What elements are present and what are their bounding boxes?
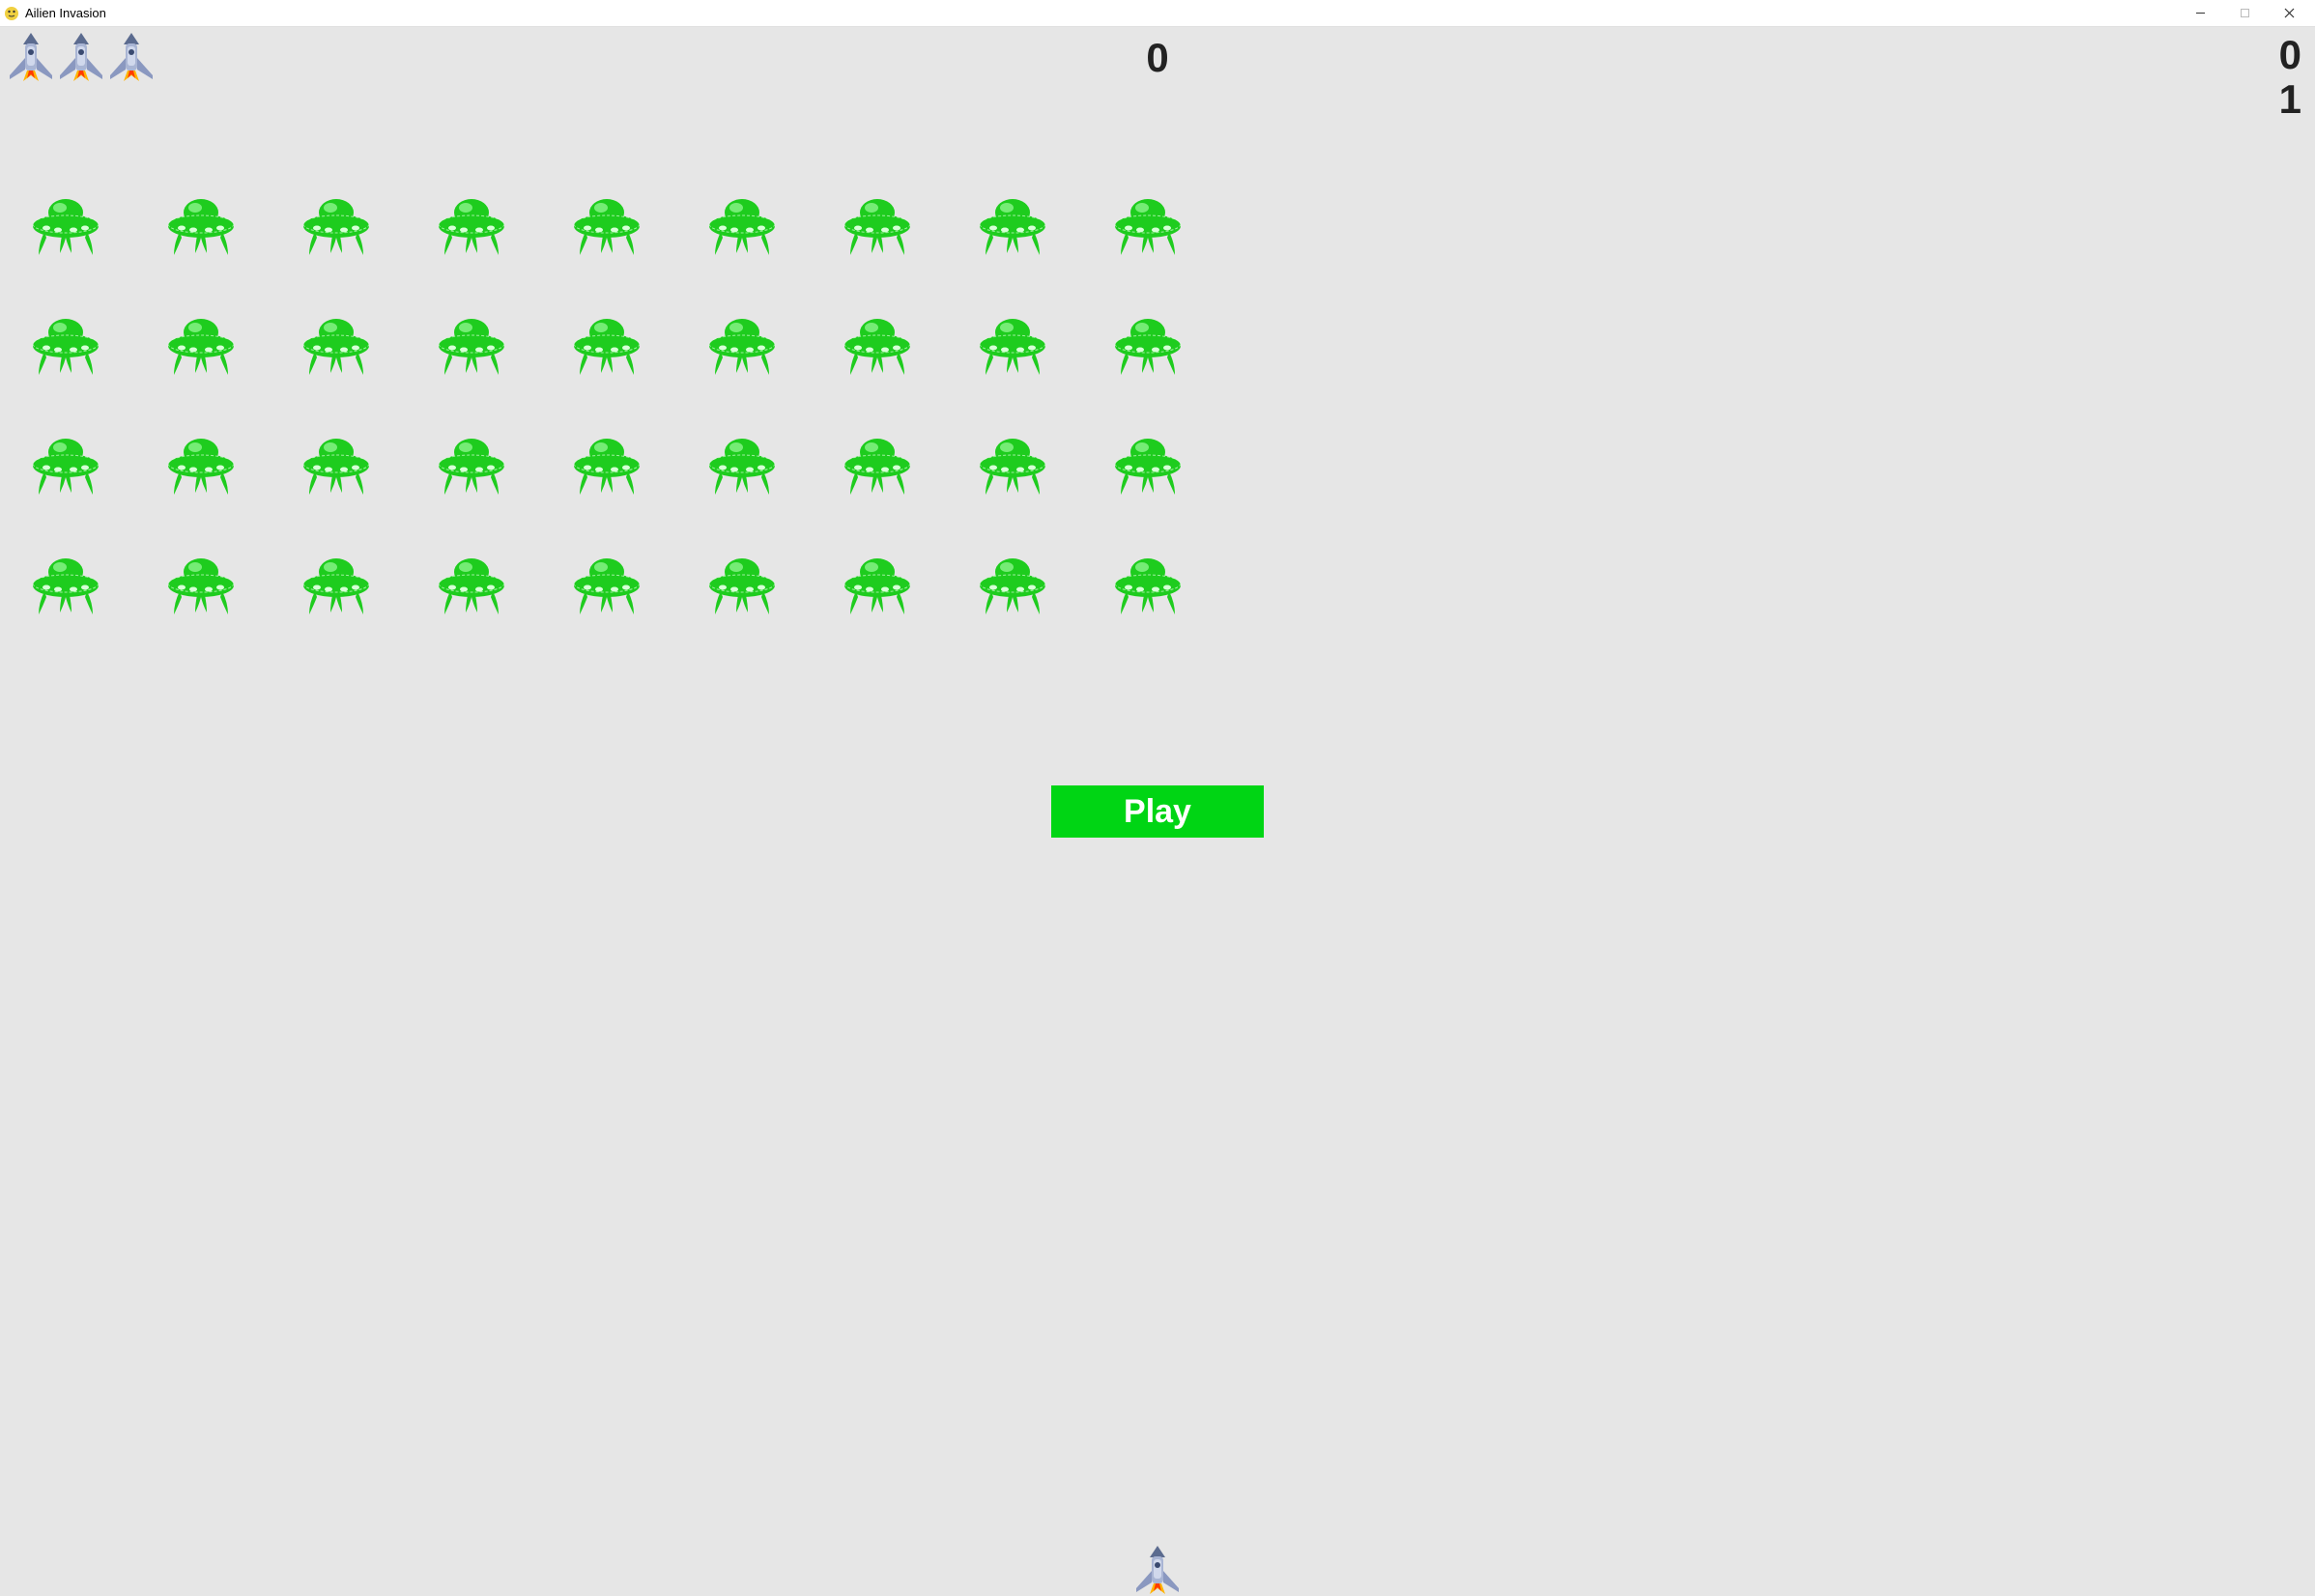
alien-icon bbox=[841, 191, 914, 259]
alien-icon bbox=[705, 551, 779, 618]
game-window: Ailien Invasion 0 0 1 P bbox=[0, 0, 2315, 1596]
score-display: 0 bbox=[1146, 35, 1168, 81]
alien-icon bbox=[1111, 431, 1185, 499]
alien-icon bbox=[976, 551, 1049, 618]
lives-display bbox=[6, 31, 157, 85]
maximize-button[interactable] bbox=[2222, 0, 2267, 27]
alien-icon bbox=[435, 191, 508, 259]
alien-icon bbox=[705, 311, 779, 379]
alien-icon bbox=[1111, 191, 1185, 259]
level-display: 1 bbox=[2279, 79, 2301, 120]
alien-row bbox=[29, 551, 2286, 618]
life-ship-icon bbox=[6, 31, 56, 85]
alien-icon bbox=[570, 311, 643, 379]
window-title: Ailien Invasion bbox=[25, 6, 106, 20]
alien-row bbox=[29, 431, 2286, 499]
alien-icon bbox=[1111, 311, 1185, 379]
alien-icon bbox=[841, 431, 914, 499]
alien-icon bbox=[570, 551, 643, 618]
alien-icon bbox=[29, 551, 102, 618]
alien-icon bbox=[300, 191, 373, 259]
alien-icon bbox=[1111, 551, 1185, 618]
alien-icon bbox=[29, 311, 102, 379]
alien-icon bbox=[29, 431, 102, 499]
alien-icon bbox=[976, 431, 1049, 499]
alien-icon bbox=[164, 191, 238, 259]
alien-icon bbox=[300, 431, 373, 499]
window-controls bbox=[2178, 0, 2311, 27]
alien-icon bbox=[164, 311, 238, 379]
minimize-button[interactable] bbox=[2178, 0, 2222, 27]
life-ship-icon bbox=[106, 31, 157, 85]
game-area[interactable]: 0 0 1 Play bbox=[0, 27, 2315, 1596]
alien-icon bbox=[570, 431, 643, 499]
alien-icon bbox=[164, 431, 238, 499]
high-score-display: 0 bbox=[2279, 35, 2301, 75]
alien-icon bbox=[976, 191, 1049, 259]
alien-row bbox=[29, 191, 2286, 259]
alien-icon bbox=[841, 311, 914, 379]
alien-icon bbox=[435, 551, 508, 618]
alien-icon bbox=[435, 311, 508, 379]
play-button[interactable]: Play bbox=[1051, 785, 1264, 838]
alien-icon bbox=[976, 311, 1049, 379]
alien-row bbox=[29, 311, 2286, 379]
alien-fleet bbox=[29, 191, 2286, 670]
alien-icon bbox=[570, 191, 643, 259]
alien-icon bbox=[705, 191, 779, 259]
alien-icon bbox=[705, 431, 779, 499]
life-ship-icon bbox=[56, 31, 106, 85]
alien-icon bbox=[300, 311, 373, 379]
alien-icon bbox=[164, 551, 238, 618]
right-scores: 0 1 bbox=[2279, 35, 2301, 120]
alien-icon bbox=[841, 551, 914, 618]
alien-icon bbox=[29, 191, 102, 259]
close-button[interactable] bbox=[2267, 0, 2311, 27]
alien-icon bbox=[300, 551, 373, 618]
app-icon bbox=[4, 6, 19, 21]
alien-icon bbox=[435, 431, 508, 499]
hud: 0 0 1 bbox=[0, 27, 2315, 43]
play-button-label: Play bbox=[1124, 793, 1191, 831]
player-ship bbox=[1129, 1544, 1186, 1596]
titlebar: Ailien Invasion bbox=[0, 0, 2315, 27]
